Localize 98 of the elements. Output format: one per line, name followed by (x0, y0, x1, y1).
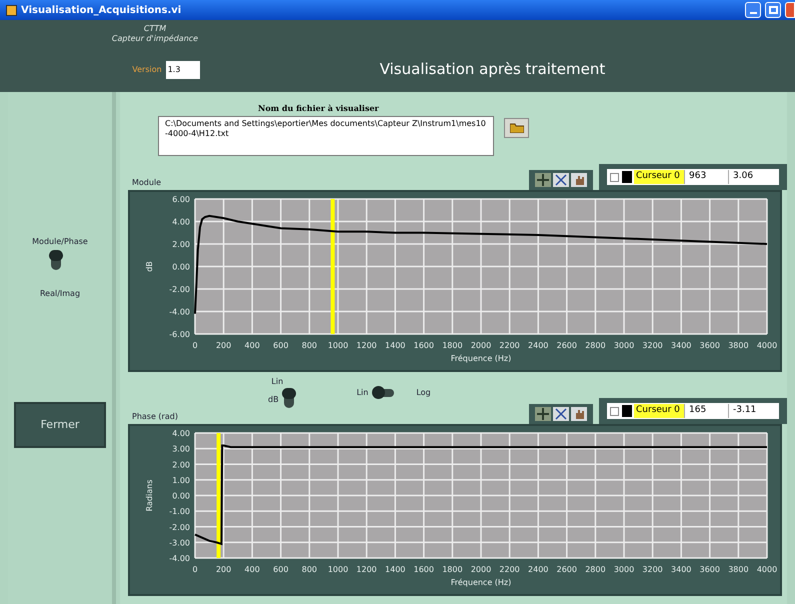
folder-icon (510, 123, 524, 133)
app-icon (6, 4, 17, 16)
tick-label: 800 (302, 565, 318, 574)
tick-label: 3000 (614, 341, 634, 350)
folder-button[interactable] (504, 118, 529, 138)
cursor-name: Curseur 0 (634, 404, 684, 418)
tick-label: 2000 (470, 565, 492, 574)
tick-label: 0 (192, 565, 198, 574)
version-label: Version (132, 64, 162, 76)
tick-label: 600 (273, 341, 288, 350)
tick-label: 2000 (470, 341, 492, 350)
switch-label: Lin (271, 376, 284, 388)
maximize-button[interactable] (765, 2, 781, 18)
tick-label: 2600 (556, 341, 577, 350)
switch-label: dB (268, 394, 279, 406)
tick-label: 1200 (356, 565, 377, 574)
cursor-name: Curseur 0 (634, 170, 684, 184)
tick-label: 2.00 (172, 240, 190, 249)
tick-label: -4.00 (169, 308, 190, 316)
tick-label: 0.00 (172, 492, 190, 500)
tick-label: 1.00 (172, 476, 190, 485)
cursor-y-value: -3.11 (728, 404, 760, 418)
tick-label: 2600 (556, 565, 577, 574)
axis-title: Fréquence (Hz) (450, 578, 512, 587)
close-button[interactable] (785, 2, 795, 18)
tick-label: 3800 (728, 341, 749, 350)
tick-label: -2.00 (169, 285, 190, 294)
tick-label: 1800 (442, 565, 463, 574)
tick-label: 200 (216, 341, 232, 350)
tick-label: 1800 (442, 341, 463, 350)
graph-title: Phase (rad) (132, 411, 178, 423)
tick-label: 3400 (671, 341, 692, 350)
crosshair-icon[interactable] (535, 173, 551, 187)
tick-label: 800 (302, 341, 318, 350)
tick-label: 2400 (528, 341, 548, 350)
tick-label: 4.00 (172, 429, 190, 438)
tick-label: 3.00 (172, 444, 190, 454)
tick-label: 3000 (614, 565, 634, 574)
axis-title: Radians (145, 480, 154, 512)
tick-label: 400 (244, 565, 260, 574)
switch-label: Real/Imag (40, 288, 80, 300)
graph-title: Module (132, 177, 162, 189)
page-title: Visualisation après traitement (380, 58, 606, 80)
tick-label: -3.00 (169, 538, 190, 548)
tick-label: 2800 (585, 341, 606, 350)
tick-label: 3600 (700, 341, 720, 350)
crosshair-icon[interactable] (535, 407, 551, 421)
minimize-button[interactable] (745, 2, 761, 18)
tick-label: 4000 (756, 341, 778, 350)
file-path-field[interactable]: C:\Documents and Settings\eportier\Mes documents\Capteur Z\Instrum1\mes10-4000-4\H12.txt (158, 116, 494, 156)
tick-label: 4000 (756, 565, 778, 574)
close-panel-button[interactable]: Fermer (14, 402, 106, 448)
window-title: Visualisation_Acquisitions.vi (21, 4, 182, 18)
hand-icon[interactable] (571, 407, 587, 421)
tick-label: 3400 (671, 565, 692, 574)
tick-label: 1400 (385, 565, 406, 574)
organization-label: CTTM (144, 24, 166, 34)
version-field[interactable]: 1.3 (166, 61, 200, 79)
tick-label: -6.00 (169, 330, 190, 339)
switch-label: Module/Phase (32, 236, 88, 248)
axis-title: Fréquence (Hz) (450, 354, 512, 363)
tick-label: 2800 (585, 565, 606, 574)
subtitle-label: Capteur d'impédance (112, 34, 198, 44)
tick-label: -4.00 (169, 554, 190, 563)
tick-label: -2.00 (169, 522, 190, 532)
tick-label: 3600 (700, 565, 720, 574)
tick-label: 2200 (499, 341, 520, 350)
tick-label: 2200 (499, 565, 520, 574)
switch-label: Lin (356, 387, 368, 399)
tick-label: 3200 (642, 565, 663, 574)
tick-label: 600 (273, 565, 288, 574)
tick-label: 1600 (414, 341, 434, 350)
cursor-y-value: 3.06 (728, 170, 758, 184)
tick-label: 0 (192, 341, 198, 350)
tick-label: 400 (244, 341, 260, 350)
plot-swatch-icon[interactable] (622, 405, 632, 417)
tick-label: 3200 (642, 341, 663, 350)
cursor-line[interactable] (216, 433, 221, 558)
cursor-x-value: 165 (684, 404, 728, 418)
tick-label: 2400 (528, 565, 548, 574)
hand-icon[interactable] (571, 173, 587, 187)
tick-label: 4.00 (172, 218, 190, 226)
tick-label: 1000 (328, 341, 348, 350)
tick-label: 6.00 (172, 195, 190, 204)
tick-label: 1400 (385, 341, 406, 350)
tick-label: -1.00 (169, 507, 190, 516)
file-label: Nom du fichier à visualiser (258, 102, 379, 114)
axis-title: dB (145, 261, 154, 272)
tick-label: 0.00 (172, 262, 190, 272)
cursor-x-value: 963 (684, 170, 728, 184)
tick-label: 1200 (356, 341, 377, 350)
tick-label: 3800 (728, 565, 749, 574)
tick-label: 2.00 (172, 460, 190, 470)
switch-label: Log (416, 387, 431, 399)
tick-label: 1600 (414, 565, 434, 574)
tick-label: 1000 (328, 565, 348, 574)
tick-label: 200 (216, 565, 232, 574)
plot-swatch-icon[interactable] (622, 171, 632, 183)
